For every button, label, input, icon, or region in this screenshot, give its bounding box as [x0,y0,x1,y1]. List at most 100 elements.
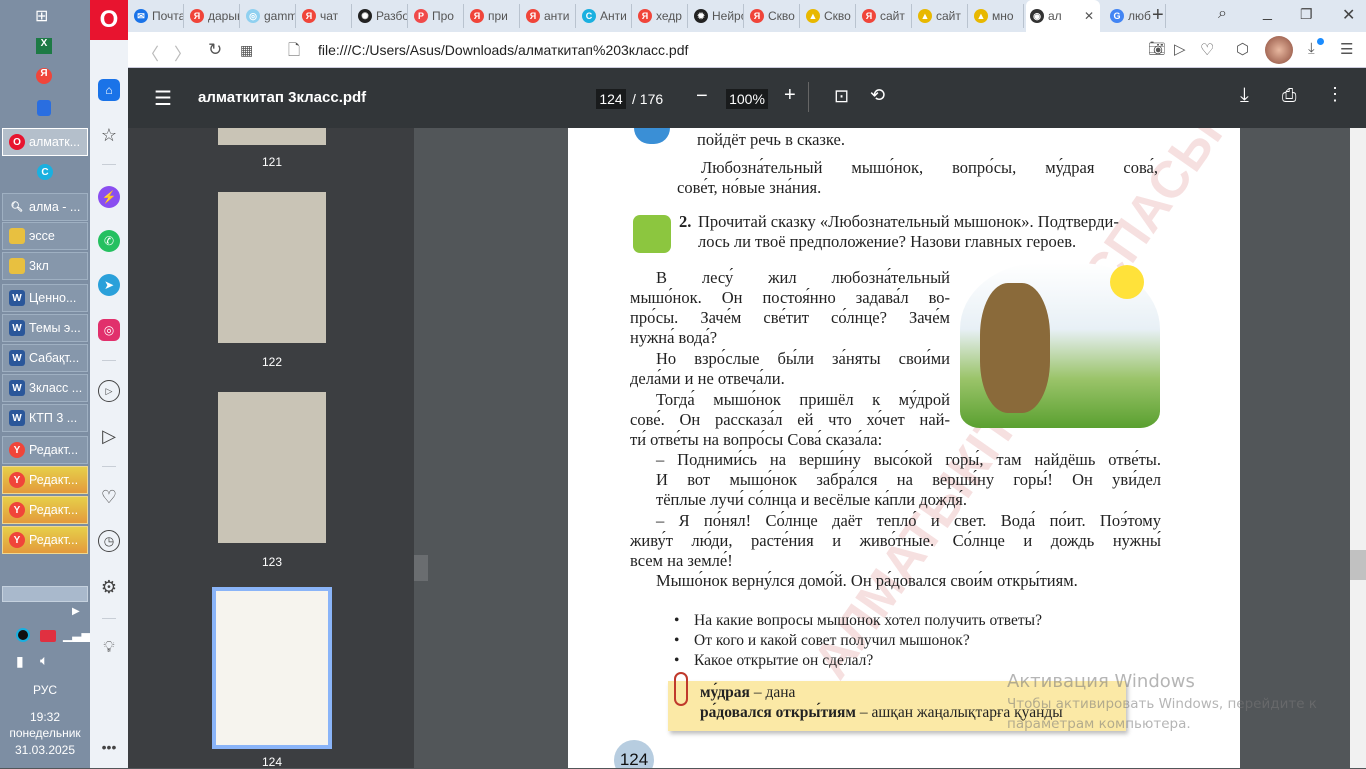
close-tab-icon[interactable]: ✕ [1084,9,1094,23]
tab-label: люб [1128,9,1151,23]
forward-button[interactable]: 〉 [174,40,191,65]
browser-tab[interactable]: Яхедр [634,4,688,28]
more-icon[interactable]: ••• [98,736,120,758]
reload-button[interactable]: ↻ [208,40,222,60]
vocab-entry: му́драя – дана [700,684,796,701]
excel-icon[interactable]: X [36,38,52,54]
browser-tab[interactable]: Ясайт [858,4,912,28]
taskbar-item[interactable]: W Темы э... [2,314,88,342]
new-tab-button[interactable]: + [1152,4,1164,27]
share-send-icon[interactable]: ▷ [1174,40,1186,58]
defender-icon[interactable] [37,100,51,116]
favorite-heart-icon[interactable]: ♡ [1200,40,1214,60]
downloads-icon[interactable]: ⤓ [1308,40,1315,57]
lightbulb-icon[interactable]: 💡︎ [98,637,120,659]
easy-setup-icon[interactable]: ☰ [1340,40,1353,58]
browser-tab[interactable]: ▲ мно [970,4,1024,28]
browser-tab[interactable]: Яанти [522,4,576,28]
yandex-icon[interactable]: Я [36,68,52,84]
taskbar-item[interactable]: Y Редакт... [2,496,88,524]
browser-tab[interactable]: ▲ Скво [802,4,856,28]
fit-page-icon[interactable]: ⊡ [834,86,849,107]
bookmarks-star-icon[interactable]: ☆ [98,124,120,146]
zoom-in-button[interactable]: + [784,84,796,107]
address-bar: 〈 〉 ↻ ▦ 🗋︎ file:///C:/Users/Asus/Downloa… [128,32,1366,68]
profile-avatar[interactable] [1265,36,1293,64]
taskbar-item[interactable]: Oалматк... [2,128,88,156]
browser-tab[interactable]: ✉ Почта [130,4,184,28]
taskbar-item[interactable]: W Ценно... [2,284,88,312]
browser-tab[interactable]: Я Скво [746,4,800,28]
browser-tab[interactable]: ✹ Нейро [690,4,744,28]
browser-tab[interactable]: Ядарын [186,4,240,28]
thumbnail-page-123[interactable] [218,392,326,543]
browser-tab[interactable]: ◉ ал ✕ [1026,0,1100,32]
taskbar-item[interactable]: Y Редакт... [2,526,88,554]
language-indicator[interactable]: РУС [0,683,90,697]
battery-icon[interactable]: ▮ [16,653,24,670]
send-icon[interactable]: ▷ [98,425,120,447]
back-button[interactable]: 〈 [142,40,159,65]
telegram-icon[interactable]: ➤ [98,274,120,296]
show-hidden-icons-arrow[interactable]: ▶ [72,606,80,617]
tray-app-icon[interactable] [16,628,30,642]
whatsapp-icon[interactable]: ✆ [98,230,120,252]
messenger-icon[interactable]: ⚡ [98,186,120,208]
thumbnail-page-122[interactable] [218,192,326,343]
yandex-icon: Y [9,472,25,488]
taskbar-item[interactable]: W КТП 3 ... [2,404,88,432]
scrollbar-thumb[interactable] [1350,550,1366,580]
thumbnail-page-124-selected[interactable] [212,587,332,749]
taskbar-item[interactable]: 🔍︎ алма - ... [2,193,88,221]
vertical-scrollbar[interactable] [1350,128,1366,768]
tray-record-icon[interactable] [40,630,56,642]
download-icon[interactable]: ⤓ [1240,84,1249,107]
minimize-button[interactable]: _ [1263,4,1272,22]
browser-tab[interactable]: ▲ сайт [914,4,968,28]
tab-favicon-icon: ◉ [1030,9,1044,23]
instagram-icon[interactable]: ◎ [98,319,120,341]
heart-icon[interactable]: ♡ [98,486,120,508]
browser-tab[interactable]: ◎ gamma [242,4,296,28]
taskbar-item[interactable]: Y Редакт... [2,436,88,464]
zoom-out-button[interactable]: − [696,85,708,108]
player-icon[interactable]: ▷ [98,380,120,402]
taskbar-item[interactable]: эссе [2,222,88,250]
taskbar-item[interactable]: C [2,158,88,186]
word-icon: W [9,380,25,396]
close-window-button[interactable]: ✕ [1342,5,1355,25]
browser-tab[interactable]: Япри [466,4,520,28]
browser-tab[interactable]: P Про [410,4,464,28]
browser-tab[interactable]: ✺ Разбор [354,4,408,28]
extensions-cube-icon[interactable]: ⬡ [1236,40,1249,58]
thumbnail-page-121[interactable] [218,128,326,145]
browser-tab[interactable]: C Анти [578,4,632,28]
print-icon[interactable]: ⎙ [1282,85,1296,106]
opera-logo[interactable]: O [90,0,128,40]
taskbar-scrollbar[interactable] [2,586,88,602]
page-number-input[interactable]: 124 [596,89,626,109]
maximize-button[interactable]: ❐ [1300,6,1313,23]
tab-search-icon[interactable]: ⌕ [1218,5,1227,23]
menu-hamburger-icon[interactable]: ☰ [154,86,172,111]
windows-start-icon[interactable]: ⊞ [35,6,48,26]
url-field[interactable]: file:///C:/Users/Asus/Downloads/алматкит… [318,42,688,58]
rotate-icon[interactable]: ⟲ [870,85,885,106]
taskbar-item[interactable]: W 3класс ... [2,374,88,402]
story-line: всем на земле́! [630,551,733,570]
browser-tab[interactable]: Ячат [298,4,352,28]
snapshot-camera-icon[interactable]: 📷︎ [1148,40,1166,57]
zoom-input[interactable]: 100% [726,89,768,109]
taskbar-item[interactable]: 3кл [2,252,88,280]
tab-label: чат [320,9,339,23]
reading-task-icon [633,215,671,253]
history-clock-icon[interactable]: ◷ [98,530,120,552]
taskbar-item[interactable]: W Сабақт... [2,344,88,372]
taskbar-item[interactable]: Y Редакт... [2,466,88,494]
clock-time[interactable]: 19:32 [0,710,90,724]
home-icon[interactable]: ⌂ [98,79,120,101]
more-actions-icon[interactable]: ⋮ [1326,84,1344,105]
speed-dial-grid-icon[interactable]: ▦ [240,42,253,59]
volume-icon[interactable]: 🔈︎ [40,652,48,669]
settings-gear-icon[interactable]: ⚙ [98,576,120,598]
